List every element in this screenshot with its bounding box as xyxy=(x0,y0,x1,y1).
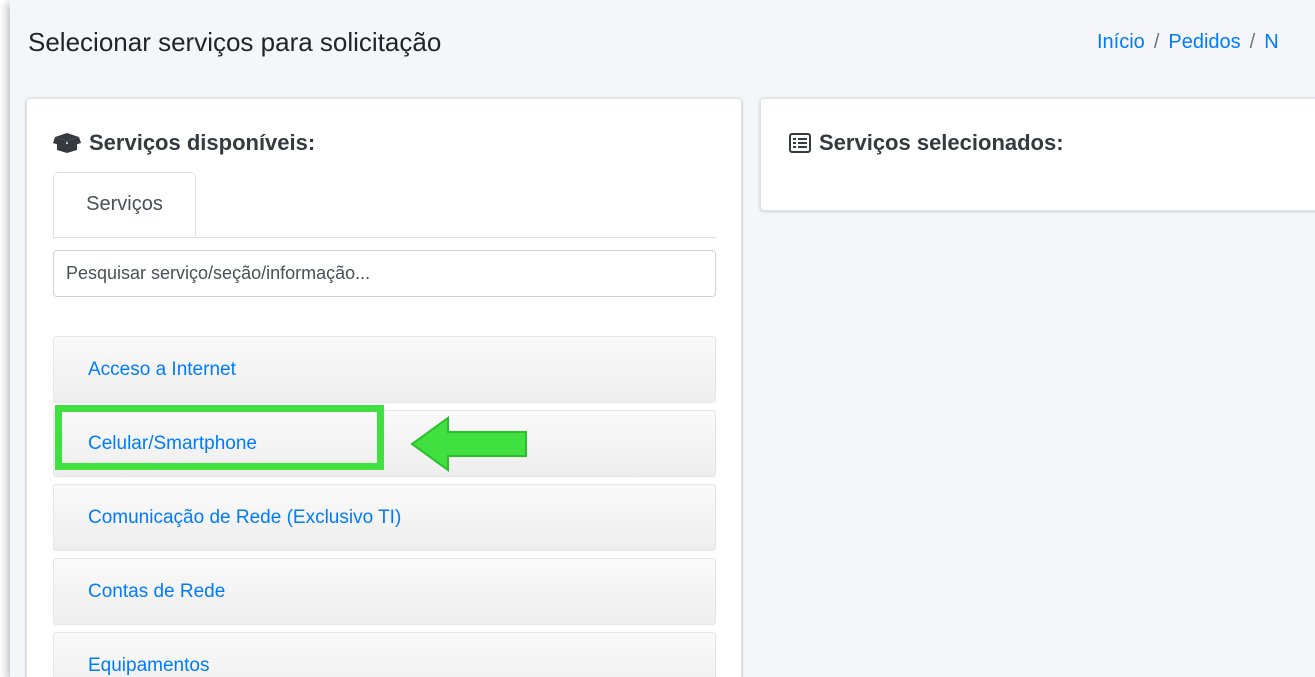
breadcrumb: Início / Pedidos / N xyxy=(1097,31,1279,54)
app-screen: Selecionar serviços para solicitação Iní… xyxy=(10,0,1315,677)
selected-services-title: Serviços selecionados: xyxy=(789,130,1064,156)
tab-bar xyxy=(53,237,716,238)
list-alt-icon xyxy=(789,133,811,153)
breadcrumb-current[interactable]: N xyxy=(1264,31,1278,53)
service-item-contas-rede[interactable]: Contas de Rede xyxy=(53,558,716,625)
selected-services-title-text: Serviços selecionados: xyxy=(819,130,1064,155)
services-list: Acceso a Internet Celular/Smartphone Com… xyxy=(53,336,716,677)
available-services-card: Serviços disponíveis: Serviços Acceso a … xyxy=(26,98,742,677)
service-item-celular-smartphone[interactable]: Celular/Smartphone xyxy=(53,410,716,477)
breadcrumb-inicio[interactable]: Início xyxy=(1097,31,1145,53)
box-open-icon xyxy=(53,132,81,154)
breadcrumb-separator: / xyxy=(1249,31,1256,53)
service-item-comunicacao-rede[interactable]: Comunicação de Rede (Exclusivo TI) xyxy=(53,484,716,551)
service-item-acceso-internet[interactable]: Acceso a Internet xyxy=(53,336,716,403)
breadcrumb-pedidos[interactable]: Pedidos xyxy=(1168,31,1240,53)
service-item-equipamentos[interactable]: Equipamentos xyxy=(53,632,716,677)
search-input[interactable] xyxy=(53,250,716,297)
available-services-title-text: Serviços disponíveis: xyxy=(89,130,316,155)
tab-servicos[interactable]: Serviços xyxy=(53,172,196,237)
page-title: Selecionar serviços para solicitação xyxy=(28,27,442,57)
breadcrumb-separator: / xyxy=(1153,31,1160,53)
available-services-title: Serviços disponíveis: xyxy=(53,130,315,156)
selected-services-card: Serviços selecionados: xyxy=(760,98,1315,211)
